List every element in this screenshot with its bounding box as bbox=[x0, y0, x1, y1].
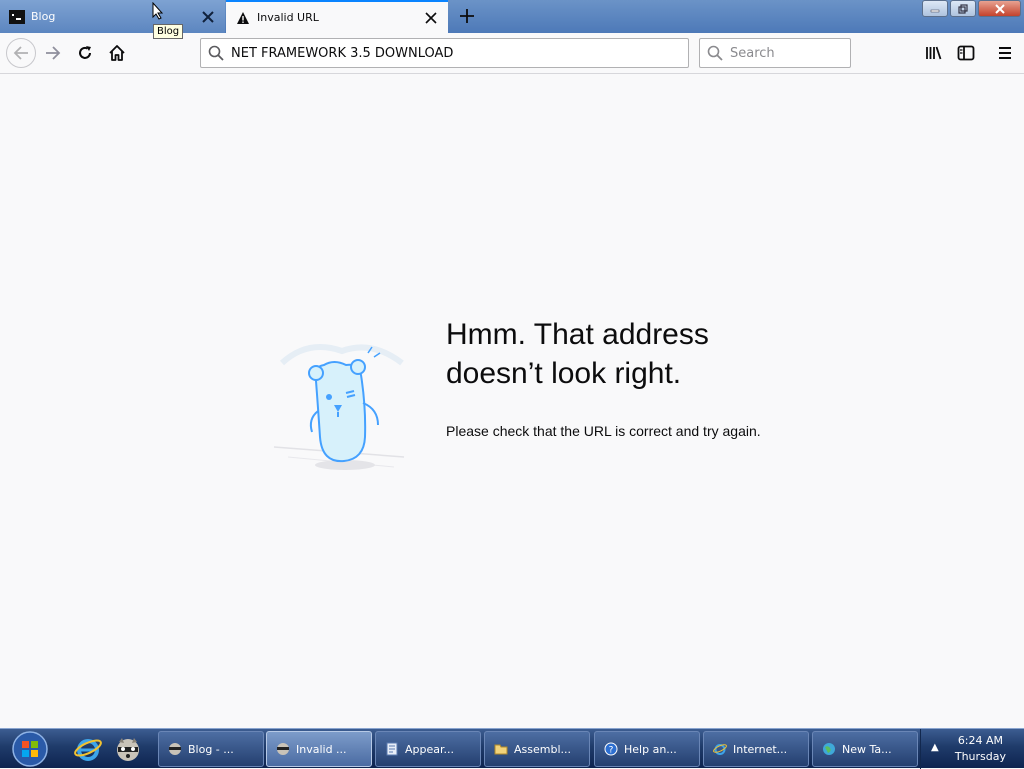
taskbar-item-label: Internet... bbox=[733, 742, 788, 756]
search-bar[interactable]: Search bbox=[699, 38, 851, 68]
clock[interactable]: 6:24 AM Thursday bbox=[955, 733, 1006, 765]
windows-orb-icon bbox=[12, 731, 48, 767]
help-icon: ? bbox=[603, 741, 619, 757]
forward-button[interactable] bbox=[39, 39, 67, 67]
taskbar-item[interactable]: Appear... bbox=[375, 731, 481, 767]
arrow-left-icon bbox=[13, 46, 28, 60]
mouse-cursor-icon bbox=[152, 1, 164, 24]
raccoon-icon bbox=[275, 741, 291, 757]
search-icon bbox=[700, 45, 730, 61]
back-button[interactable] bbox=[6, 38, 36, 68]
error-description: Please check that the URL is correct and… bbox=[446, 423, 761, 439]
clock-day: Thursday bbox=[954, 750, 1006, 763]
ie-icon bbox=[712, 741, 728, 757]
search-icon bbox=[201, 45, 231, 61]
error-title-line: doesn’t look right. bbox=[446, 357, 682, 390]
document-icon bbox=[384, 741, 400, 757]
error-title: Hmm. That address doesn’t look right. bbox=[446, 315, 866, 393]
error-page: Hmm. That address doesn’t look right. Pl… bbox=[0, 75, 1024, 728]
arrow-right-icon bbox=[46, 46, 61, 60]
clock-time: 6:24 AM bbox=[957, 734, 1004, 747]
svg-text:?: ? bbox=[609, 746, 614, 756]
tab-blog[interactable]: Blog bbox=[0, 0, 225, 33]
system-tray: ▲ 6:24 AM Thursday bbox=[920, 729, 1024, 769]
close-tab-icon[interactable] bbox=[197, 6, 219, 28]
new-tab-button[interactable] bbox=[455, 4, 479, 28]
navigation-toolbar: NET FRAMEWORK 3.5 DOWNLOAD Search bbox=[0, 33, 1024, 74]
menu-button[interactable] bbox=[991, 39, 1019, 67]
taskbar-item-label: Blog - ... bbox=[188, 742, 234, 756]
reload-button[interactable] bbox=[71, 39, 99, 67]
taskbar-item[interactable]: ? Help an... bbox=[594, 731, 700, 767]
sidebar-icon bbox=[957, 45, 975, 61]
taskbar-item[interactable]: Internet... bbox=[703, 731, 809, 767]
taskbar-item[interactable]: Blog - ... bbox=[158, 731, 264, 767]
library-button[interactable] bbox=[920, 39, 948, 67]
taskbar-item-label: Appear... bbox=[405, 742, 455, 756]
windows-taskbar: Blog - ... Invalid ... Appear... Assembl… bbox=[0, 728, 1024, 769]
raccoon-icon bbox=[167, 741, 183, 757]
hamburger-menu-icon bbox=[999, 47, 1011, 59]
library-icon bbox=[926, 46, 942, 60]
window-controls bbox=[922, 0, 1021, 17]
taskbar-item-label: Invalid ... bbox=[296, 742, 347, 756]
taskbar-item[interactable]: Invalid ... bbox=[266, 731, 372, 767]
home-icon bbox=[109, 45, 125, 61]
taskbar-item-label: New Ta... bbox=[842, 742, 892, 756]
raccoon-quicklaunch-button[interactable] bbox=[112, 733, 144, 765]
ie-icon bbox=[74, 739, 102, 761]
url-input-text[interactable]: NET FRAMEWORK 3.5 DOWNLOAD bbox=[231, 46, 453, 61]
start-button[interactable] bbox=[8, 730, 52, 768]
tab-title: Invalid URL bbox=[257, 11, 319, 24]
show-hidden-icons-icon[interactable]: ▲ bbox=[931, 742, 939, 753]
sidebar-toggle-button[interactable] bbox=[952, 39, 980, 67]
taskbar-item[interactable]: Assembl... bbox=[484, 731, 590, 767]
tab-tooltip: Blog bbox=[153, 24, 184, 39]
blog-favicon-icon bbox=[9, 9, 25, 25]
reload-icon bbox=[79, 46, 91, 59]
search-placeholder[interactable]: Search bbox=[730, 46, 775, 61]
plus-icon bbox=[460, 9, 474, 23]
raccoon-icon bbox=[117, 738, 139, 761]
url-bar[interactable]: NET FRAMEWORK 3.5 DOWNLOAD bbox=[200, 38, 689, 68]
window-close-button[interactable] bbox=[978, 0, 1021, 17]
taskbar-item-label: Assembl... bbox=[514, 742, 571, 756]
home-button[interactable] bbox=[103, 39, 131, 67]
warning-icon bbox=[235, 10, 251, 26]
taskbar-item-label: Help an... bbox=[624, 742, 677, 756]
restore-button[interactable] bbox=[950, 0, 976, 17]
confused-gopher-illustration bbox=[268, 337, 413, 486]
error-title-line: Hmm. That address bbox=[446, 318, 709, 351]
taskbar-item[interactable]: New Ta... bbox=[812, 731, 918, 767]
folder-icon bbox=[493, 741, 509, 757]
close-tab-icon[interactable] bbox=[420, 7, 442, 29]
ie-quicklaunch-button[interactable] bbox=[72, 733, 104, 765]
tab-invalid-url[interactable]: Invalid URL bbox=[226, 0, 448, 33]
globe-icon bbox=[821, 741, 837, 757]
minimize-button[interactable] bbox=[922, 0, 948, 17]
tab-title: Blog bbox=[31, 10, 56, 23]
